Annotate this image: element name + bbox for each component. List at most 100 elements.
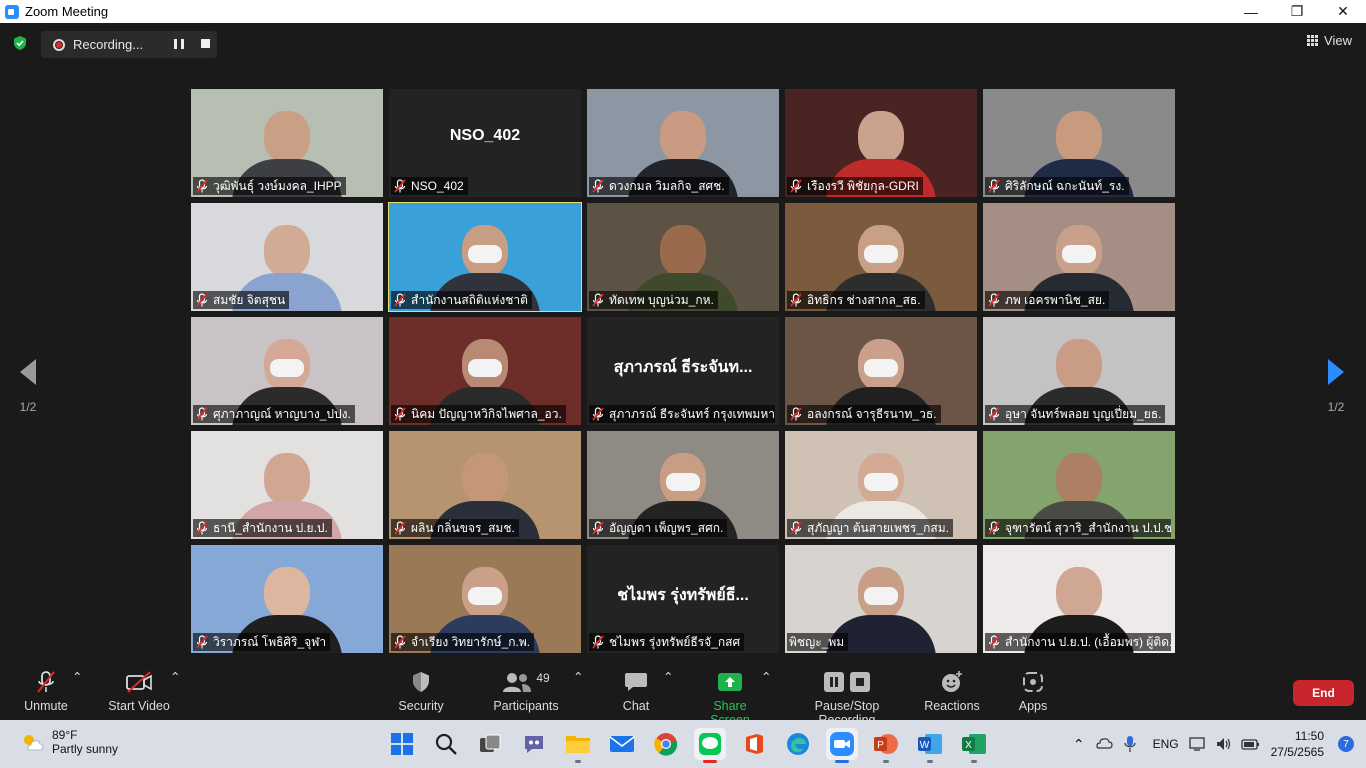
participant-tile[interactable]: ศิริลักษณ์ ฉกะนันท์_รง.	[983, 89, 1175, 197]
microphone-muted-icon	[394, 293, 406, 307]
weather-widget[interactable]: 89°F Partly sunny	[20, 728, 118, 756]
show-hidden-icons-chevron-icon[interactable]: ⌃	[1073, 736, 1085, 753]
line-button[interactable]	[694, 728, 726, 763]
participant-tile[interactable]: ศุภาภาญณ์ หาญบาง_ปปง.	[191, 317, 383, 425]
microphone-muted-icon	[592, 293, 604, 307]
microphone-muted-icon	[790, 293, 802, 307]
participant-tile[interactable]: สมชัย จิตสุชน	[191, 203, 383, 311]
pause-recording-icon[interactable]	[174, 39, 184, 49]
participant-tile[interactable]: ชไมพร รุ่งทรัพย์ธี... ชไมพร รุ่งทรัพย์ธีร…	[587, 545, 779, 653]
participant-tile[interactable]: สำนักงาน ป.ย.ป. (เอื้อมพร) ผู้ติด...	[983, 545, 1175, 653]
svg-text:W: W	[920, 740, 930, 751]
word-button[interactable]: W	[914, 728, 946, 763]
cloud-sync-icon[interactable]	[1095, 736, 1113, 752]
participant-tile[interactable]: อัญญดา เพ็ญพร_สศก.	[587, 431, 779, 539]
participant-tile[interactable]: อลงกรณ์ จารุธีรนาท_วธ.	[785, 317, 977, 425]
participant-name: อัญญดา เพ็ญพร_สศก.	[609, 520, 724, 535]
reactions-button[interactable]: Reactions	[924, 669, 980, 713]
microphone-muted-icon	[592, 635, 604, 649]
microphone-muted-icon	[988, 635, 1000, 649]
apps-button[interactable]: Apps	[1014, 669, 1052, 713]
battery-icon[interactable]	[1240, 736, 1261, 752]
microphone-tray-icon[interactable]	[1123, 735, 1137, 753]
edge-button[interactable]	[782, 728, 814, 760]
participant-name-tag: สุภัญญา ต้นสายเพชร_กสม.	[787, 519, 953, 537]
weather-temperature: 89°F	[52, 728, 78, 742]
participant-tile[interactable]: สุภัญญา ต้นสายเพชร_กสม.	[785, 431, 977, 539]
start-video-button[interactable]: Start Video	[106, 669, 172, 713]
share-screen-button[interactable]: Share Screen	[692, 669, 768, 727]
window-title: Zoom Meeting	[25, 4, 109, 19]
participants-caret-icon[interactable]: ⌃	[573, 669, 583, 684]
participant-name: เรืองรวี พิชัยกุล-GDRI	[807, 178, 919, 193]
participant-tile[interactable]: ภพ เอครพานิช_สย.	[983, 203, 1175, 311]
input-language[interactable]: ENG	[1153, 737, 1179, 751]
participant-tile[interactable]: NSO_402 NSO_402	[389, 89, 581, 197]
minimize-button[interactable]: —	[1228, 0, 1274, 23]
volume-icon[interactable]	[1215, 736, 1233, 752]
notification-badge[interactable]: 7	[1338, 736, 1354, 752]
participant-display-name: ชไมพร รุ่งทรัพย์ธี...	[617, 587, 749, 604]
chrome-button[interactable]	[650, 728, 682, 760]
participant-tile[interactable]: วิราภรณ์ โพธิศิริ_จุฬา	[191, 545, 383, 653]
participant-tile[interactable]: จำเรียง วิทยารักษ์_ก.พ.	[389, 545, 581, 653]
participant-tile[interactable]: ธานี_สำนักงาน ป.ย.ป.	[191, 431, 383, 539]
participant-name-tag: ทัดเทพ บุญน่วม_กห.	[589, 291, 718, 309]
participant-tile[interactable]: จุฑารัตน์ สุวาริ_สำนักงาน ป.ป.ช.	[983, 431, 1175, 539]
start-button[interactable]	[386, 728, 418, 760]
stop-recording-icon[interactable]	[201, 39, 210, 48]
participant-tile[interactable]: อิทธิกร ช่างสากล_สธ.	[785, 203, 977, 311]
zoom-logo-icon	[5, 4, 19, 19]
participant-name-tag: อลงกรณ์ จารุธีรนาท_วธ.	[787, 405, 941, 423]
office-button[interactable]	[738, 728, 770, 760]
participant-tile[interactable]: วุฒิพันธุ์ วงษ์มงคล_IHPP	[191, 89, 383, 197]
restore-button[interactable]: ❐	[1274, 0, 1320, 23]
security-button[interactable]: Security	[394, 669, 448, 713]
mail-button[interactable]	[606, 728, 638, 760]
participant-name-tag: เรืองรวี พิชัยกุล-GDRI	[787, 177, 923, 195]
participant-name: วิราภรณ์ โพธิศิริ_จุฬา	[213, 634, 327, 649]
encryption-shield-icon[interactable]	[12, 35, 28, 51]
excel-button[interactable]: X	[958, 728, 990, 763]
search-button[interactable]	[430, 728, 462, 760]
microphone-muted-icon	[37, 671, 55, 693]
unmute-button[interactable]: Unmute	[18, 669, 74, 713]
participant-tile[interactable]: พิชญะ_พม	[785, 545, 977, 653]
previous-page-button[interactable]: 1/2	[8, 357, 48, 414]
search-icon	[435, 733, 457, 755]
close-button[interactable]: ✕	[1320, 0, 1366, 23]
participant-name-tag: ภพ เอครพานิช_สย.	[985, 291, 1110, 309]
file-explorer-button[interactable]	[562, 728, 594, 763]
zoom-taskbar-button[interactable]	[826, 728, 858, 763]
powerpoint-button[interactable]: P	[870, 728, 902, 763]
chat-button[interactable]: Chat	[618, 669, 654, 713]
participant-tile[interactable]: ดวงกมล วิมลกิจ_สศช.	[587, 89, 779, 197]
participant-tile[interactable]: นิคม ปัญญาหวิกิจไพศาล_อว.	[389, 317, 581, 425]
view-button[interactable]: View	[1307, 33, 1352, 48]
participant-name: อิทธิกร ช่างสากล_สธ.	[807, 292, 921, 307]
microphone-muted-icon	[988, 293, 1000, 307]
participant-tile[interactable]: ทัดเทพ บุญน่วม_กห.	[587, 203, 779, 311]
participant-name: อุษา จันทร์พลอย บุญเปี่ยม_ยธ.	[1005, 406, 1162, 421]
pause-stop-recording-button[interactable]: Pause/Stop Recording	[785, 669, 909, 727]
share-options-caret-icon[interactable]: ⌃	[761, 669, 771, 684]
participant-name: สุภาภรณ์ ธีระจันทร์ กรุงเทพมหานคร	[609, 406, 775, 421]
video-options-caret-icon[interactable]: ⌃	[170, 669, 180, 684]
participant-tile[interactable]: เรืองรวี พิชัยกุล-GDRI	[785, 89, 977, 197]
task-view-button[interactable]	[474, 728, 506, 760]
chat-caret-icon[interactable]: ⌃	[663, 669, 673, 684]
reactions-label: Reactions	[924, 699, 980, 713]
clock[interactable]: 11:50 27/5/2565	[1271, 728, 1324, 760]
network-icon[interactable]	[1188, 736, 1207, 752]
participants-button[interactable]: 49 Participants	[490, 669, 562, 713]
audio-options-caret-icon[interactable]: ⌃	[72, 669, 82, 684]
end-meeting-button[interactable]: End	[1293, 680, 1354, 706]
participant-tile[interactable]: อุษา จันทร์พลอย บุญเปี่ยม_ยธ.	[983, 317, 1175, 425]
participant-tile[interactable]: ผลิน กลิ่นขจร_สมช.	[389, 431, 581, 539]
participant-name: จำเรียง วิทยารักษ์_ก.พ.	[411, 634, 531, 649]
teams-chat-button[interactable]	[518, 728, 550, 760]
participant-tile[interactable]: สำนักงานสถิติแห่งชาติ	[388, 202, 582, 312]
next-page-button[interactable]: 1/2	[1316, 357, 1356, 414]
participant-tile[interactable]: สุภาภรณ์ ธีระจันท... สุภาภรณ์ ธีระจันทร์ …	[587, 317, 779, 425]
microphone-muted-icon	[790, 179, 802, 193]
